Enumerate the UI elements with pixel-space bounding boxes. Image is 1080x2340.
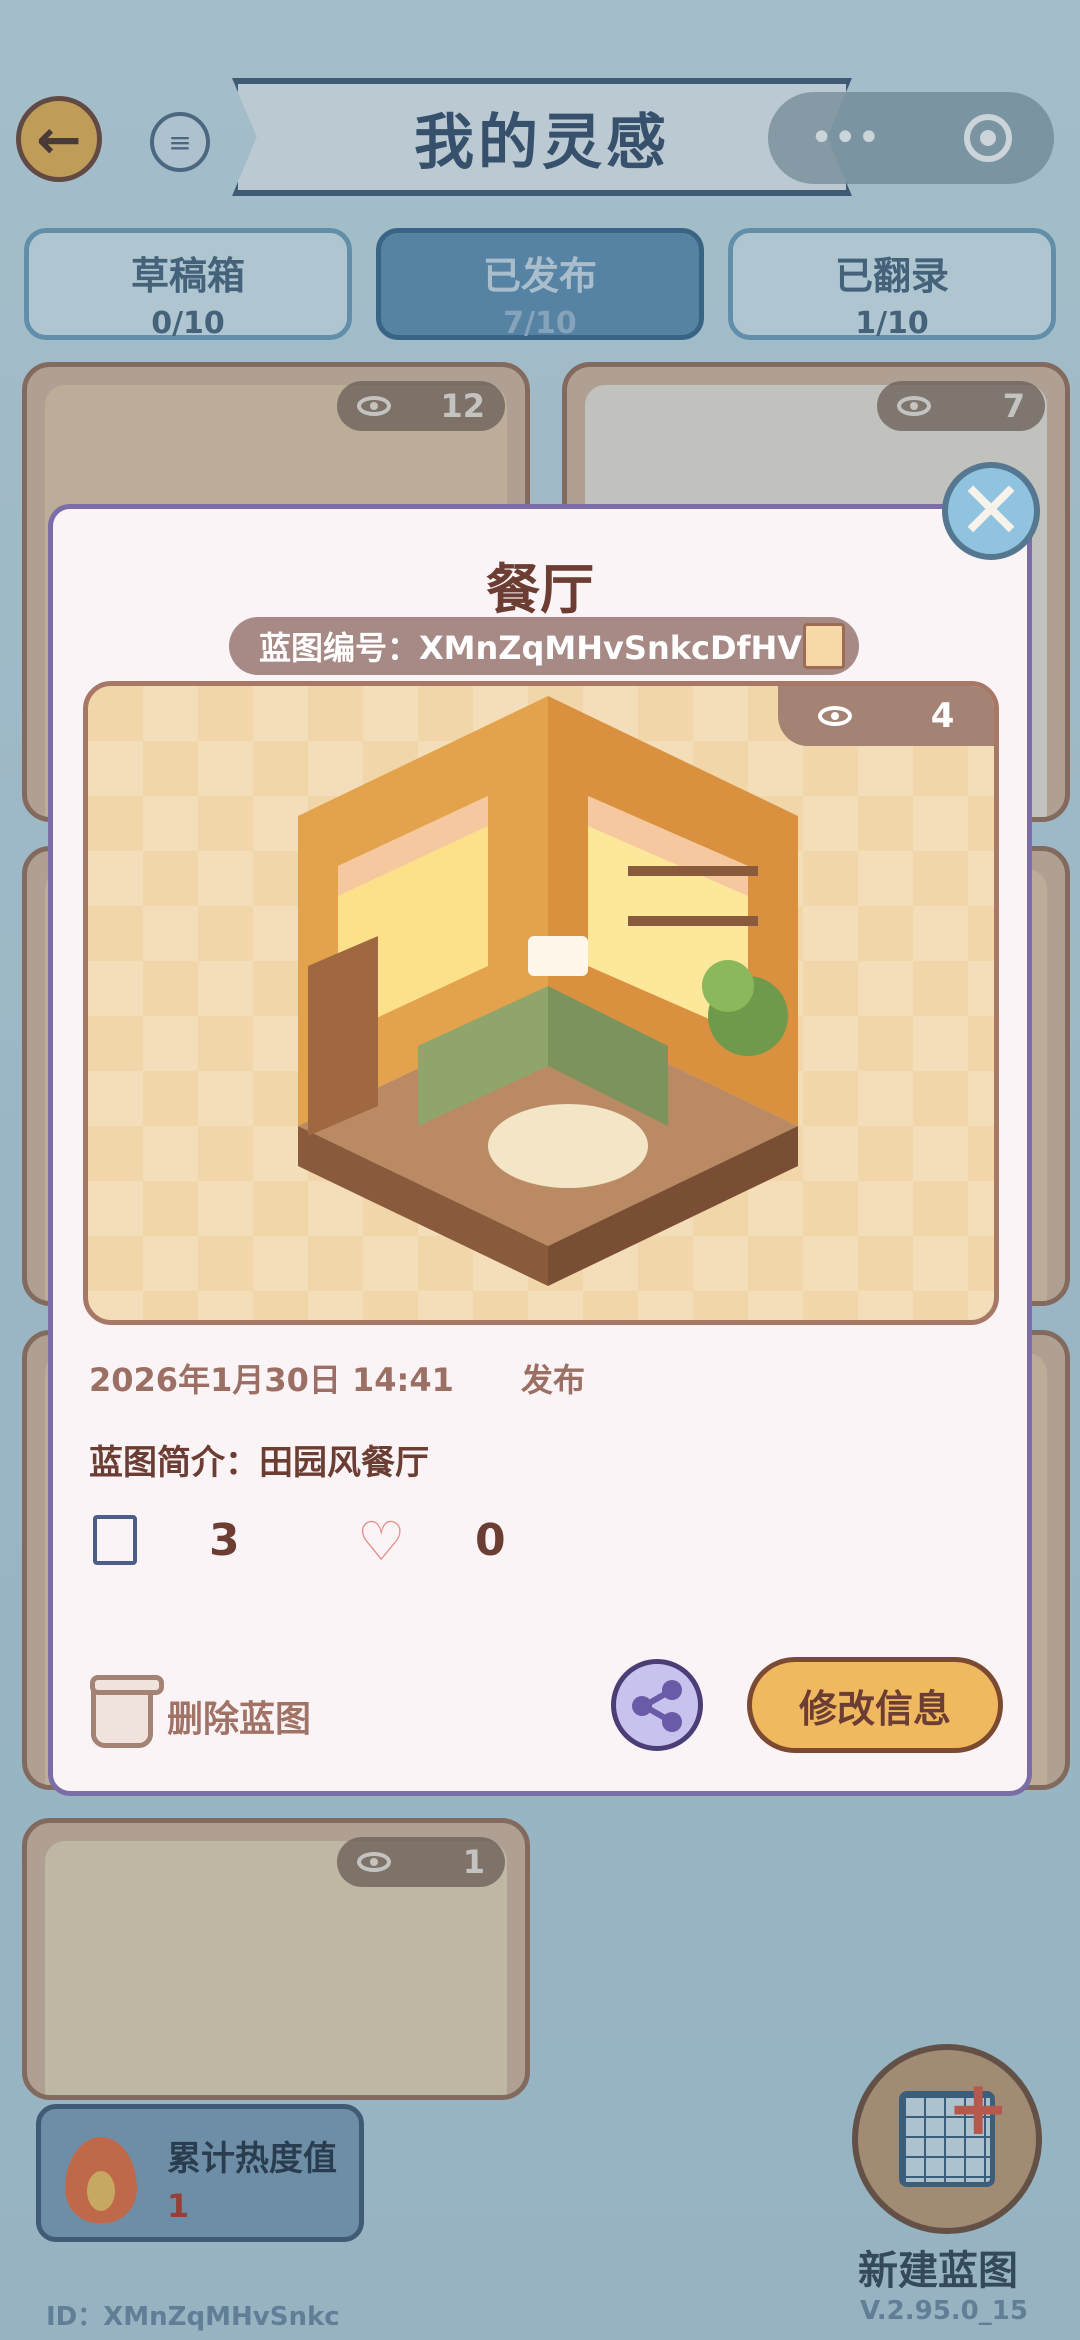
publish-label: 发布 [521,1361,586,1399]
close-icon: ✕ [957,464,1025,557]
publish-info: 2026年1月30日 14:41 发布 [89,1355,585,1401]
edit-info-button[interactable]: 修改信息 [747,1657,1003,1753]
close-modal-button[interactable]: ✕ [942,462,1040,560]
like-count: 0 [475,1515,506,1566]
delete-label: 删除蓝图 [167,1699,312,1740]
room-illustration [298,696,798,1286]
edit-info-label: 修改信息 [798,1686,951,1731]
blueprint-preview-image: 4 [83,681,999,1325]
blueprint-detail-modal: 餐厅 蓝图编号：XMnZqMHvSnkcDfHV 4 2026年1月30日 14… [48,504,1032,1796]
blueprint-id: 蓝图编号：XMnZqMHvSnkcDfHV [259,629,803,667]
blueprint-id-pill[interactable]: 蓝图编号：XMnZqMHvSnkcDfHV [229,617,859,675]
eye-icon [817,706,852,726]
modal-title: 餐厅 [486,558,594,621]
copy-count-icon [83,1515,137,1581]
blueprint-description: 蓝图简介：田园风餐厅 [89,1443,429,1483]
heart-icon[interactable]: ♡ [357,1515,405,1569]
publish-time: 2026年1月30日 14:41 [89,1361,454,1399]
trash-icon [90,1675,164,1748]
preview-views: 4 [778,686,994,746]
blueprint-stats: 3 ♡ 0 [83,1511,689,1581]
preview-views-count: 4 [930,696,955,736]
delete-blueprint-button[interactable]: 删除蓝图 [77,1675,312,1751]
copy-count: 3 [209,1515,240,1566]
share-button[interactable] [611,1659,703,1751]
copy-id-icon[interactable] [803,623,845,669]
share-icon [632,1680,682,1732]
